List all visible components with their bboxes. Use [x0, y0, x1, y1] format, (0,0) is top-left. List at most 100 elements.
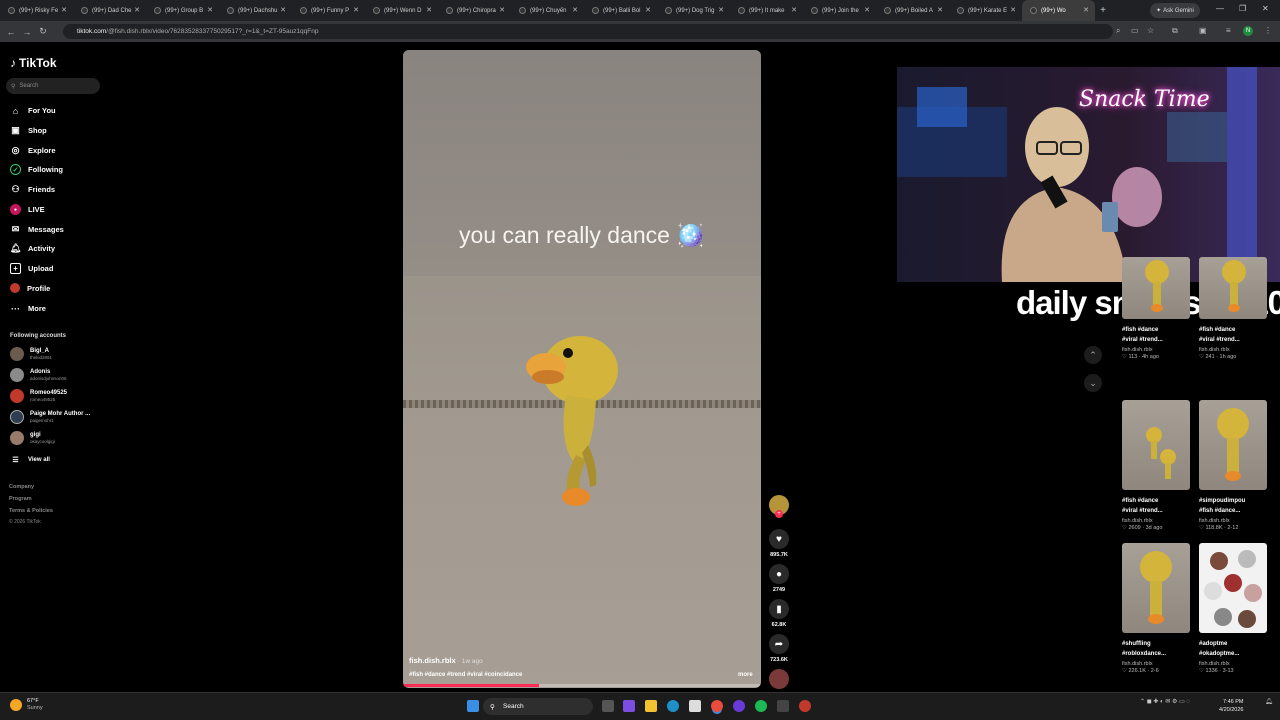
video-progress-bar[interactable]	[403, 684, 761, 687]
nav-more[interactable]: ··· More	[10, 303, 46, 314]
account-item[interactable]: gigi okaycoolgigi	[10, 431, 55, 445]
browser-tab[interactable]: (99+) Balli Bol ✕	[584, 0, 657, 21]
nav-for-you[interactable]: ⌂ For You	[10, 105, 56, 116]
scroll-up-button[interactable]: ⌃	[1084, 346, 1102, 364]
close-icon[interactable]: ✕	[864, 6, 870, 14]
browser-tab[interactable]: (99+) Karate E ✕	[949, 0, 1022, 21]
app-icon[interactable]	[777, 700, 789, 712]
obs-icon[interactable]	[799, 700, 811, 712]
nav-profile[interactable]: Profile	[10, 283, 50, 293]
browser-tab[interactable]: (99+) Chiropra ✕	[438, 0, 511, 21]
spotify-icon[interactable]	[755, 700, 767, 712]
video-author[interactable]: fish.dish.rblx · 1w ago	[409, 656, 483, 665]
account-item[interactable]: Paige Mohr Author ... paigemohr1	[10, 410, 90, 424]
windows-start-icon[interactable]	[467, 700, 479, 712]
follow-plus-icon[interactable]: +	[775, 510, 783, 518]
more-button[interactable]: more	[738, 672, 753, 678]
share-button[interactable]: ➦ 723.6K	[767, 634, 791, 663]
nav-explore[interactable]: ◎ Explore	[10, 145, 56, 156]
browser-tab[interactable]: (99+) Wenn D ✕	[365, 0, 438, 21]
bookmark-star-icon[interactable]: ☆	[1147, 26, 1154, 35]
browser-menu-icon[interactable]: ⋮	[1264, 26, 1272, 35]
maximize-icon[interactable]: ❐	[1239, 4, 1246, 13]
browser-tab[interactable]: (99+) Risky Fe ✕	[0, 0, 73, 21]
nav-following[interactable]: ✓ Following	[10, 164, 63, 175]
close-icon[interactable]: ✕	[791, 6, 797, 14]
close-icon[interactable]: ✕	[353, 6, 359, 14]
close-icon[interactable]: ✕	[1010, 6, 1016, 14]
nav-shop[interactable]: ▣ Shop	[10, 125, 47, 136]
task-view-icon[interactable]	[602, 700, 614, 712]
nav-friends[interactable]: ⚇ Friends	[10, 184, 55, 195]
close-icon[interactable]: ✕	[718, 6, 724, 14]
like-button[interactable]: ♥ 895.7K	[767, 529, 791, 558]
scroll-down-button[interactable]: ⌄	[1084, 374, 1102, 392]
sound-disc-button[interactable]	[767, 669, 791, 689]
browser-tab[interactable]: (99+) Group B ✕	[146, 0, 219, 21]
close-icon[interactable]: ✕	[61, 6, 67, 14]
ask-gemini-button[interactable]: ✦ Ask Gemini	[1150, 3, 1200, 18]
related-video-card[interactable]: #simpoudimpou #fish #dance... fish.dish.r…	[1199, 400, 1269, 531]
nav-messages[interactable]: ✉ Messages	[10, 224, 64, 235]
tiktok-logo[interactable]: ♪ TikTok	[10, 56, 57, 70]
view-all-link[interactable]: ☰ View all	[10, 454, 50, 465]
account-item[interactable]: Bigl_A thekid2891	[10, 347, 52, 361]
browser-tab[interactable]: (99+) Dachshu ✕	[219, 0, 292, 21]
footer-program[interactable]: Program	[9, 496, 32, 502]
account-item[interactable]: Adonis adonisdjohnson06	[10, 368, 67, 382]
tray-icons[interactable]: ⌃ ◼ ✚ ◐ ✉ ⚙ ▭ ◌	[1140, 698, 1190, 705]
comment-button[interactable]: ● 2749	[767, 564, 791, 593]
extensions-icon[interactable]: ⧉	[1172, 26, 1178, 36]
taskbar-search[interactable]: ⚲ Search	[483, 698, 593, 715]
nav-live[interactable]: ● LIVE	[10, 204, 45, 215]
footer-terms[interactable]: Terms & Policies	[9, 508, 53, 514]
edge-icon[interactable]	[667, 700, 679, 712]
close-icon[interactable]: ✕	[134, 6, 140, 14]
url-input[interactable]: tiktok.com/@fish.dish.rblx/video/7628352…	[63, 24, 1113, 39]
discord-icon[interactable]	[733, 700, 745, 712]
related-video-card[interactable]: #adoptme #okadoptme... fish.dish.rblx ♡ 1…	[1199, 543, 1269, 674]
close-icon[interactable]: ✕	[426, 6, 432, 14]
chrome-icon[interactable]	[711, 700, 723, 712]
close-icon[interactable]: ✕	[572, 6, 578, 14]
related-video-card[interactable]: #fish #dance #viral #trend... fish.dish.r…	[1122, 400, 1192, 531]
browser-tab[interactable]: (99+) Dad Che ✕	[73, 0, 146, 21]
downloads-icon[interactable]: ≡	[1226, 26, 1231, 35]
nav-activity[interactable]: 🔔︎ Activity	[10, 243, 55, 254]
reload-icon[interactable]: ↻	[35, 26, 51, 37]
related-video-card[interactable]: #shuffling #robloxdance... fish.dish.rblx…	[1122, 543, 1192, 674]
store-icon[interactable]	[689, 700, 701, 712]
minimize-icon[interactable]: —	[1216, 4, 1224, 13]
notification-bell-icon[interactable]: 🔔︎	[1265, 698, 1273, 705]
close-icon[interactable]: ✕	[499, 6, 505, 14]
close-icon[interactable]: ✕	[937, 6, 943, 14]
system-clock[interactable]: 7:46 PM 4/20/2026	[1219, 698, 1243, 714]
side-panel-icon[interactable]: ▣	[1199, 26, 1207, 35]
close-icon[interactable]: ✕	[1083, 6, 1089, 14]
browser-tab-active[interactable]: (99+) Wo ✕	[1022, 0, 1095, 21]
browser-tab[interactable]: (99+) Chuyến ✕	[511, 0, 584, 21]
back-icon[interactable]: ←	[3, 27, 19, 37]
browser-tab[interactable]: (99+) Dog Trig ✕	[657, 0, 730, 21]
close-icon[interactable]: ✕	[280, 6, 286, 14]
forward-icon[interactable]: →	[19, 27, 35, 37]
browser-tab[interactable]: (99+) It make ✕	[730, 0, 803, 21]
cast-icon[interactable]: ▭	[1131, 26, 1139, 35]
browser-tab[interactable]: (99+) Join the ✕	[803, 0, 876, 21]
copilot-icon[interactable]	[623, 700, 635, 712]
video-player[interactable]: you can really dance 🪩 fish.dish.rblx · …	[403, 50, 761, 688]
related-video-card[interactable]: #fish #dance #viral #trend... fish.dish.r…	[1122, 257, 1192, 360]
video-hashtags[interactable]: #fish #dance #trend #viral #coincidance	[409, 672, 522, 678]
file-explorer-icon[interactable]	[645, 700, 657, 712]
zoom-icon[interactable]: ⌕	[1116, 26, 1120, 36]
browser-tab[interactable]: (99+) Funny P ✕	[292, 0, 365, 21]
account-item[interactable]: Romeo49525 romeo49525	[10, 389, 67, 403]
close-icon[interactable]: ✕	[645, 6, 651, 14]
creator-avatar-button[interactable]: +	[767, 495, 791, 518]
profile-avatar[interactable]: N	[1243, 26, 1253, 36]
new-tab-button[interactable]: +	[1095, 5, 1111, 16]
window-close-icon[interactable]: ✕	[1262, 4, 1269, 13]
close-icon[interactable]: ✕	[207, 6, 213, 14]
search-input[interactable]: ⚲ Search	[6, 78, 100, 94]
related-video-card[interactable]: #fish #dance #viral #trend... fish.dish.r…	[1199, 257, 1269, 360]
